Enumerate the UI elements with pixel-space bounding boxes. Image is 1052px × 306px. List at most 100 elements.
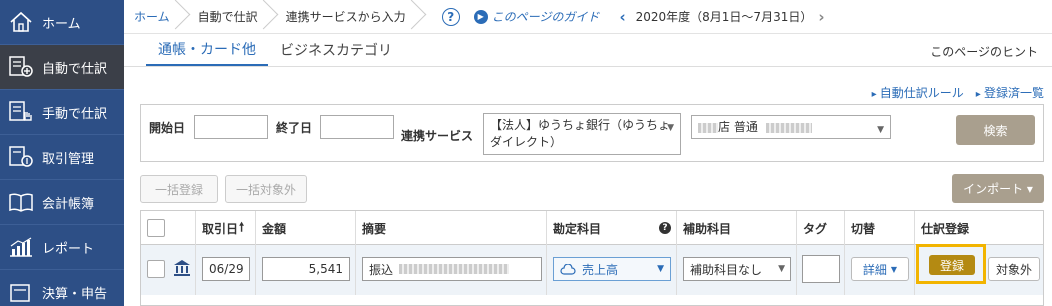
header-date[interactable]: 取引日 🠕 — [195, 211, 253, 245]
header-account: 勘定科目? — [546, 211, 676, 245]
caret-down-icon: ▼ — [667, 123, 674, 133]
exclude-button[interactable]: 対象外 — [988, 257, 1040, 281]
sub-account-select[interactable]: 補助科目なし ▼ — [683, 257, 791, 281]
quick-links: 自動仕訳ルール 登録済一覧 — [872, 84, 1044, 101]
sidebar-item-ledger[interactable]: 会計帳簿 — [0, 180, 124, 225]
memo-input[interactable]: 振込 — [362, 257, 542, 281]
cell-date: 06/29 — [195, 245, 255, 295]
row-checkbox[interactable] — [147, 260, 165, 278]
bulk-register-button[interactable]: 一括登録 — [140, 175, 218, 203]
header-account-label: 勘定科目 — [553, 221, 602, 236]
auto-journal-icon — [5, 53, 37, 81]
search-button[interactable]: 検索 — [956, 115, 1035, 145]
breadcrumb-service-input: 連携サービスから入力 — [276, 0, 424, 34]
memo-value: 振込 — [369, 262, 394, 277]
home-icon — [5, 8, 37, 36]
cloud-icon — [560, 263, 576, 275]
cell-tag — [796, 245, 844, 295]
sidebar-item-settlement[interactable]: 決算・申告 — [0, 270, 124, 306]
breadcrumb-auto-journal[interactable]: 自動で仕訳 — [188, 0, 276, 34]
settlement-icon — [5, 278, 37, 306]
import-button[interactable]: インポート ▾ — [952, 174, 1044, 203]
top-bar: ホーム 自動で仕訳 連携サービスから入力 ? ▶ このページのガイド ‹ 202… — [124, 0, 1052, 34]
end-date-input[interactable] — [320, 115, 394, 139]
sidebar: ホーム 自動で仕訳 手動で仕訳 取引管理 会計帳簿 レポート 決算・申告 — [0, 0, 124, 306]
start-date-input[interactable] — [194, 115, 268, 139]
sidebar-item-home[interactable]: ホーム — [0, 0, 124, 45]
service-label: 連携サービス — [401, 129, 474, 143]
sidebar-item-label: 取引管理 — [42, 151, 95, 167]
help-question-icon[interactable]: ? — [441, 7, 460, 26]
filter-panel: 開始日 終了日 連携サービス 【法人】ゆうちょ銀行（ゆうちょダイレクト） ▼ 店… — [140, 104, 1044, 162]
tab-bank-card[interactable]: 通帳・カード他 — [146, 33, 268, 66]
account-category-select[interactable]: 売上高 ▼ — [553, 257, 671, 281]
ledger-book-icon — [5, 188, 37, 216]
table-header: 取引日 🠕 金額 摘要 勘定科目? 補助科目 タグ 切替 仕訳登録 — [141, 211, 1043, 245]
sidebar-item-label: 決算・申告 — [42, 286, 108, 302]
caret-down-icon: ▼ — [778, 264, 785, 274]
transaction-icon — [5, 143, 37, 171]
register-button[interactable]: 登録 — [929, 255, 975, 275]
header-amount: 金額 — [255, 211, 355, 245]
cell-memo: 振込 — [355, 245, 546, 295]
bank-icon — [173, 259, 191, 280]
account-category-value: 売上高 — [582, 262, 619, 277]
select-all-checkbox[interactable] — [147, 219, 165, 237]
breadcrumb-home[interactable]: ホーム — [124, 0, 188, 34]
detail-button-label: 詳細 — [862, 262, 887, 277]
service-select[interactable]: 【法人】ゆうちょ銀行（ゆうちょダイレクト） ▼ — [483, 113, 681, 155]
sidebar-item-label: レポート — [42, 241, 95, 257]
account-select[interactable]: 店 普通 ▼ — [691, 115, 891, 139]
manual-journal-icon — [5, 98, 37, 126]
service-select-value: 【法人】ゆうちょ銀行（ゆうちょダイレクト） — [490, 118, 671, 149]
masked-text — [765, 122, 812, 133]
help-area: ? ▶ このページのガイド — [441, 7, 600, 26]
masked-text — [698, 122, 718, 133]
report-chart-icon — [5, 233, 37, 261]
table-row: 06/29 5,541 振込 売上高 ▼ 補助科目なし ▼ 詳細 ▼ 対象外 — [141, 245, 1043, 295]
header-date-label: 取引日 — [202, 221, 239, 236]
caret-down-icon: ▼ — [657, 264, 664, 274]
header-sub-account: 補助科目 — [676, 211, 796, 245]
page-hint-link[interactable]: このページのヒント — [930, 43, 1038, 60]
amount-input[interactable]: 5,541 — [262, 257, 350, 281]
tab-business-category[interactable]: ビジネスカテゴリ — [268, 33, 404, 66]
start-date-label: 開始日 — [149, 121, 186, 135]
page-guide-link[interactable]: このページのガイド — [492, 8, 600, 25]
chevron-right-icon[interactable]: › — [818, 8, 824, 26]
header-register: 仕訳登録 — [914, 211, 1043, 245]
masked-text — [399, 264, 510, 274]
header-tag: タグ — [796, 211, 844, 245]
sidebar-item-auto-journal[interactable]: 自動で仕訳 — [0, 45, 124, 90]
bulk-exclude-button[interactable]: 一括対象外 — [225, 175, 307, 203]
tag-input[interactable] — [802, 255, 840, 283]
cell-account: 売上高 ▼ — [546, 245, 676, 295]
fiscal-year-label: 2020年度（8月1日〜7月31日） — [635, 10, 813, 24]
cell-sub-account: 補助科目なし ▼ — [676, 245, 796, 295]
journal-table: 取引日 🠕 金額 摘要 勘定科目? 補助科目 タグ 切替 仕訳登録 06/29 5… — [140, 210, 1044, 306]
registered-list-link[interactable]: 登録済一覧 — [976, 84, 1044, 101]
header-memo: 摘要 — [355, 211, 547, 245]
fiscal-year-nav: ‹ 2020年度（8月1日〜7月31日） › — [619, 8, 824, 26]
help-circle-icon[interactable]: ? — [659, 222, 672, 234]
sidebar-item-transactions[interactable]: 取引管理 — [0, 135, 124, 180]
register-highlight: 登録 — [916, 244, 986, 284]
play-icon: ▶ — [473, 9, 488, 24]
sidebar-item-label: 自動で仕訳 — [42, 61, 108, 77]
cell-amount: 5,541 — [255, 245, 355, 295]
caret-down-icon: ▼ — [877, 125, 884, 135]
cell-switch: 詳細 ▼ — [844, 245, 914, 295]
account-select-value: 店 普通 — [718, 120, 758, 134]
header-switch: 切替 — [844, 211, 914, 245]
arrow-up-icon: 🠕 — [239, 219, 245, 234]
auto-rule-link[interactable]: 自動仕訳ルール — [872, 84, 964, 101]
chevron-left-icon[interactable]: ‹ — [619, 8, 625, 26]
sidebar-item-manual-journal[interactable]: 手動で仕訳 — [0, 90, 124, 135]
sidebar-item-report[interactable]: レポート — [0, 225, 124, 270]
sidebar-item-label: 手動で仕訳 — [42, 106, 108, 122]
detail-button[interactable]: 詳細 ▼ — [851, 257, 909, 281]
date-input[interactable]: 06/29 — [202, 257, 250, 281]
end-date-label: 終了日 — [276, 121, 313, 135]
sidebar-item-label: 会計帳簿 — [42, 196, 95, 212]
sidebar-item-label: ホーム — [42, 16, 81, 32]
